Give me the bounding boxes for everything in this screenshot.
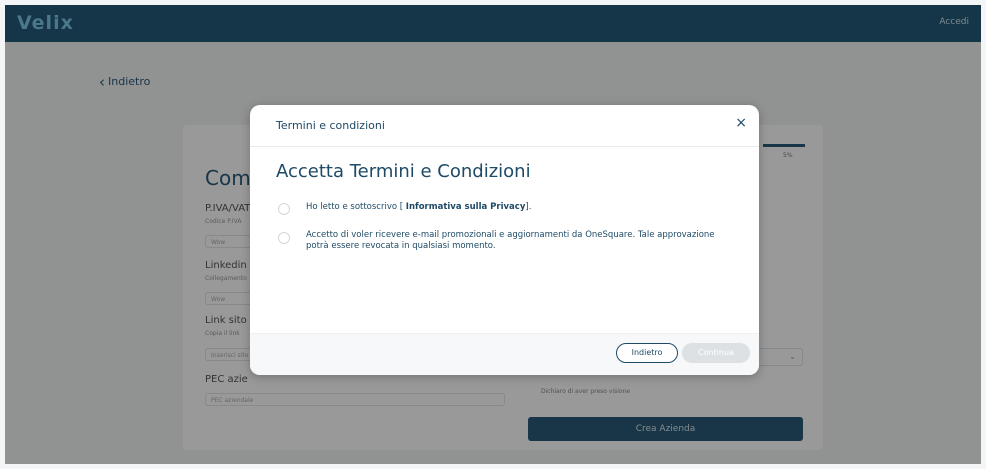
modal-title: Termini e condizioni (276, 119, 385, 132)
modal-heading: Accetta Termini e Condizioni (276, 161, 531, 182)
app-window: Velix Accedi ‹ Indietro 5% Comp P.IVA/VAT… (5, 5, 981, 464)
terms-modal: Termini e condizioni × Accetta Termini e… (250, 105, 759, 375)
privacy-option-text: Ho letto e sottoscrivo [ Informativa sul… (306, 202, 532, 212)
modal-footer: Indietro Continua (250, 333, 759, 375)
privacy-policy-link[interactable]: Informativa sulla Privacy (406, 202, 526, 212)
close-icon[interactable]: × (735, 115, 747, 131)
marketing-radio[interactable] (278, 232, 290, 244)
privacy-radio[interactable] (278, 203, 290, 215)
marketing-option-text: Accetto di voler ricevere e-mail promozi… (306, 230, 715, 251)
back-button[interactable]: Indietro (616, 343, 678, 363)
privacy-option: Ho letto e sottoscrivo [ Informativa sul… (278, 202, 531, 215)
marketing-option: Accetto di voler ricevere e-mail promozi… (278, 230, 718, 252)
continue-button[interactable]: Continua (682, 343, 750, 363)
modal-header: Termini e condizioni × (250, 105, 759, 147)
